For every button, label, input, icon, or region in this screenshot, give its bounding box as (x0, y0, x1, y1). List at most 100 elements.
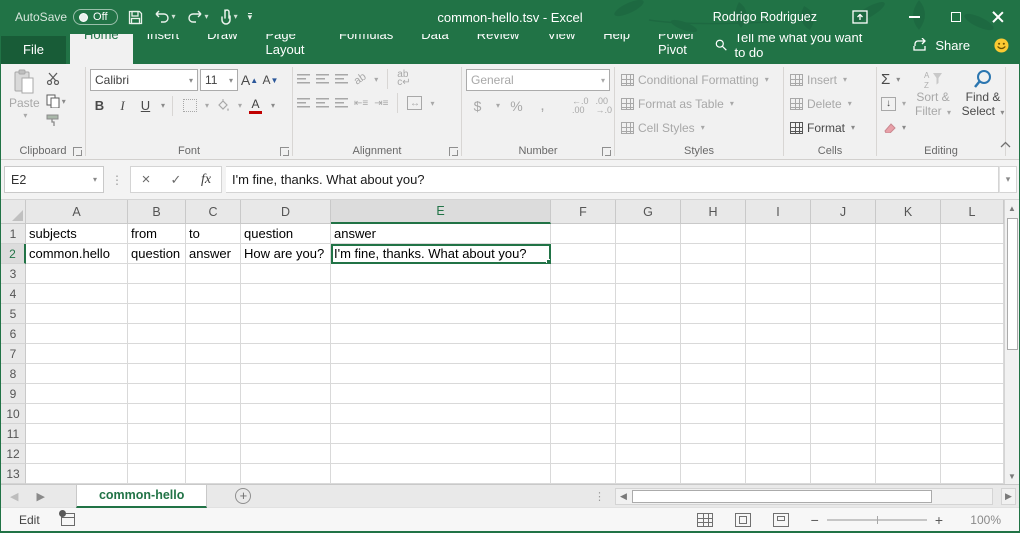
sheet-nav-previous[interactable]: ◀ (1, 490, 27, 503)
cell-F3[interactable] (551, 264, 616, 284)
page-layout-view-button[interactable] (735, 513, 751, 527)
cell-J13[interactable] (811, 464, 876, 484)
cell-F4[interactable] (551, 284, 616, 304)
copy-button[interactable]: ▾ (46, 94, 66, 108)
insert-function-button[interactable]: fx (191, 172, 221, 188)
scroll-up-arrow[interactable]: ▲ (1005, 200, 1019, 216)
cell-I10[interactable] (746, 404, 811, 424)
undo-dropdown-icon[interactable]: ▾ (172, 13, 176, 21)
zoom-out-button[interactable]: − (811, 512, 819, 528)
column-header-I[interactable]: I (746, 200, 811, 224)
cell-I5[interactable] (746, 304, 811, 324)
font-color-button[interactable]: A (246, 95, 265, 116)
zoom-in-button[interactable]: + (935, 512, 943, 528)
cell-C12[interactable] (186, 444, 241, 464)
cell-D7[interactable] (241, 344, 331, 364)
cell-J11[interactable] (811, 424, 876, 444)
accounting-dropdown-icon[interactable]: ▾ (496, 101, 500, 110)
cell-C7[interactable] (186, 344, 241, 364)
bold-button[interactable]: B (90, 95, 109, 116)
cell-G8[interactable] (616, 364, 681, 384)
cell-F1[interactable] (551, 224, 616, 244)
cell-F10[interactable] (551, 404, 616, 424)
cell-C11[interactable] (186, 424, 241, 444)
name-box-dropdown-icon[interactable]: ▾ (93, 175, 97, 184)
collapse-ribbon-button[interactable] (1000, 140, 1011, 151)
cell-E13[interactable] (331, 464, 551, 484)
cell-B8[interactable] (128, 364, 186, 384)
row-header-12[interactable]: 12 (1, 444, 26, 464)
normal-view-button[interactable] (697, 513, 713, 527)
cell-F2[interactable] (551, 244, 616, 264)
cell-D6[interactable] (241, 324, 331, 344)
cell-E10[interactable] (331, 404, 551, 424)
fill-handle[interactable] (546, 259, 551, 264)
row-header-3[interactable]: 3 (1, 264, 26, 284)
cell-K7[interactable] (876, 344, 941, 364)
cell-B5[interactable] (128, 304, 186, 324)
cell-H9[interactable] (681, 384, 746, 404)
name-box[interactable]: E2 ▾ (4, 166, 104, 193)
cell-B1[interactable]: from (128, 224, 186, 244)
cell-D13[interactable] (241, 464, 331, 484)
cell-K5[interactable] (876, 304, 941, 324)
cell-E2[interactable]: I'm fine, thanks. What about you? (331, 244, 551, 264)
cell-A4[interactable] (26, 284, 128, 304)
cell-B3[interactable] (128, 264, 186, 284)
cell-F12[interactable] (551, 444, 616, 464)
cell-D4[interactable] (241, 284, 331, 304)
cell-B9[interactable] (128, 384, 186, 404)
autosum-button[interactable]: Σ▾ (881, 69, 906, 90)
cell-C1[interactable]: to (186, 224, 241, 244)
insert-button[interactable]: Insert▾ (790, 69, 855, 90)
cell-I2[interactable] (746, 244, 811, 264)
vertical-scrollbar[interactable]: ▲ ▼ (1004, 200, 1019, 484)
row-header-6[interactable]: 6 (1, 324, 26, 344)
underline-button[interactable]: U (136, 95, 155, 116)
merge-center-button[interactable]: ↔ (407, 96, 422, 110)
cell-J2[interactable] (811, 244, 876, 264)
cell-C10[interactable] (186, 404, 241, 424)
cell-J10[interactable] (811, 404, 876, 424)
column-header-J[interactable]: J (811, 200, 876, 224)
increase-decimal-button[interactable]: ←.0.00 (572, 97, 589, 115)
cell-G3[interactable] (616, 264, 681, 284)
maximize-button[interactable] (935, 0, 977, 34)
align-left-button[interactable] (297, 98, 310, 108)
paste-dropdown-icon[interactable]: ▾ (23, 111, 27, 120)
decrease-decimal-button[interactable]: .00→.0 (596, 97, 613, 115)
column-header-H[interactable]: H (681, 200, 746, 224)
fill-button[interactable]: ↓▾ (881, 93, 906, 114)
cell-H7[interactable] (681, 344, 746, 364)
alignment-dialog-launcher[interactable] (449, 147, 458, 156)
scroll-left-arrow[interactable]: ◀ (616, 491, 631, 502)
cell-K10[interactable] (876, 404, 941, 424)
cell-K12[interactable] (876, 444, 941, 464)
cell-K4[interactable] (876, 284, 941, 304)
font-dialog-launcher[interactable] (280, 147, 289, 156)
cell-J8[interactable] (811, 364, 876, 384)
cell-K9[interactable] (876, 384, 941, 404)
column-header-K[interactable]: K (876, 200, 941, 224)
borders-button[interactable] (180, 95, 199, 116)
cell-I6[interactable] (746, 324, 811, 344)
share-button[interactable]: Share (912, 38, 970, 53)
cell-B13[interactable] (128, 464, 186, 484)
column-header-A[interactable]: A (26, 200, 128, 224)
horizontal-scroll-thumb[interactable] (632, 490, 932, 503)
cell-A6[interactable] (26, 324, 128, 344)
formula-input[interactable]: I'm fine, thanks. What about you? (226, 166, 999, 193)
increase-indent-button[interactable]: ⇥≡ (374, 98, 388, 109)
cell-L4[interactable] (941, 284, 1004, 304)
cell-L7[interactable] (941, 344, 1004, 364)
cell-I4[interactable] (746, 284, 811, 304)
cell-L3[interactable] (941, 264, 1004, 284)
row-header-2[interactable]: 2 (1, 244, 26, 264)
cell-E4[interactable] (331, 284, 551, 304)
column-header-E[interactable]: E (331, 200, 551, 224)
cell-K1[interactable] (876, 224, 941, 244)
clipboard-dialog-launcher[interactable] (73, 147, 82, 156)
row-header-9[interactable]: 9 (1, 384, 26, 404)
orientation-dropdown-icon[interactable]: ▾ (374, 75, 378, 84)
cell-J12[interactable] (811, 444, 876, 464)
